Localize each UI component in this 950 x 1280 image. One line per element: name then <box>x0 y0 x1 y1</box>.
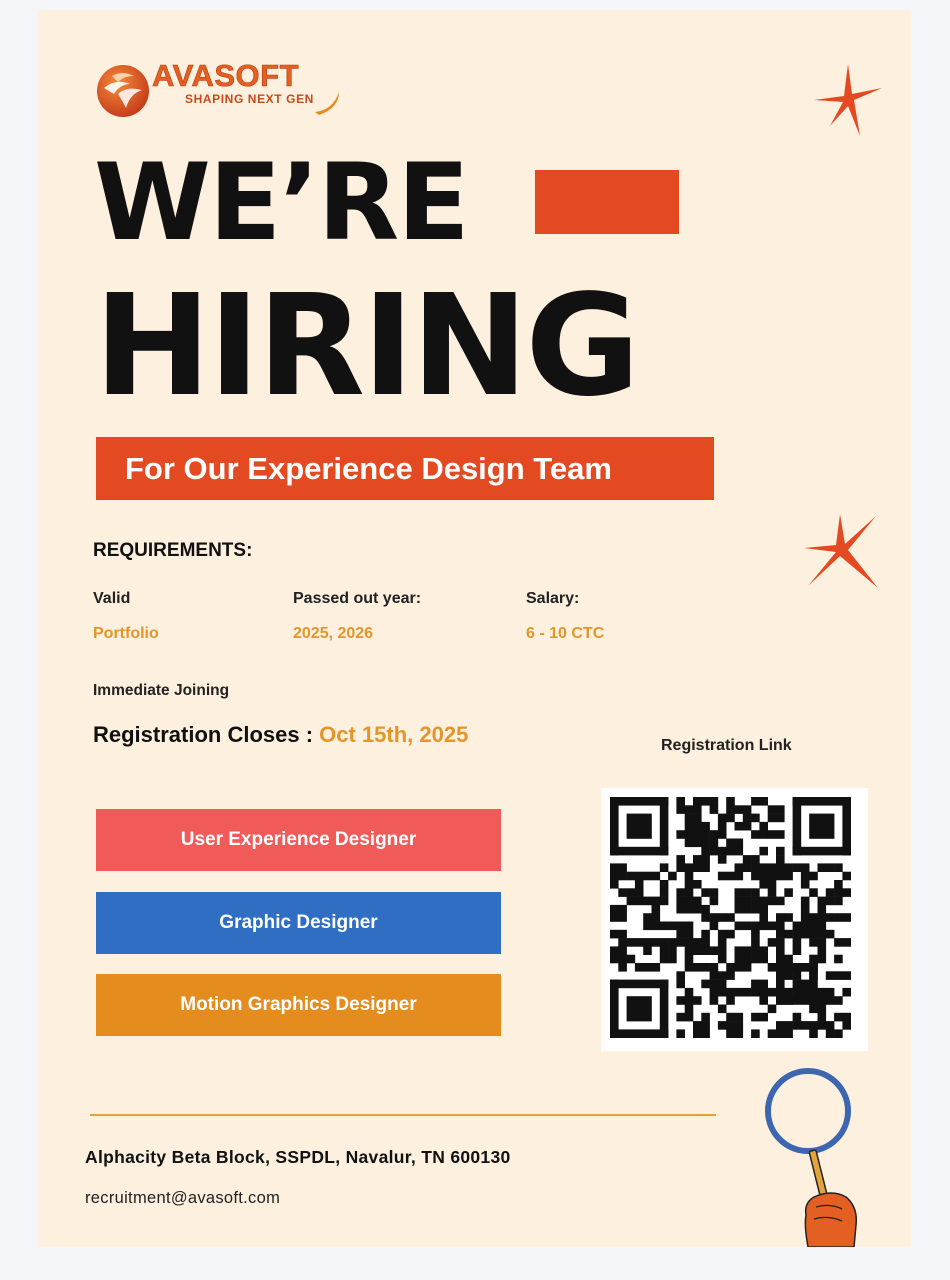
requirement-value: 6 - 10 CTC <box>526 625 605 642</box>
requirement-label: Valid <box>93 590 131 607</box>
hiring-poster: AVASOFT SHAPING NEXT GEN WE’RE HIRING Fo… <box>38 10 911 1247</box>
qr-code-icon <box>610 797 851 1038</box>
sparkle-icon <box>804 514 878 588</box>
role-graphic-designer: Graphic Designer <box>96 892 501 954</box>
headline-line-2: HIRING <box>94 265 640 428</box>
email-link[interactable]: recruitment@avasoft.com <box>85 1189 280 1208</box>
requirement-label: Salary: <box>526 590 580 607</box>
accent-bar <box>535 170 679 234</box>
immediate-joining: Immediate Joining <box>93 682 230 699</box>
registration-closes-date: Oct 15th, 2025 <box>319 722 469 747</box>
registration-link-label: Registration Link <box>661 737 792 754</box>
role-ux-designer: User Experience Designer <box>96 809 501 871</box>
avasoft-logo-icon <box>97 65 149 117</box>
footer-divider <box>90 1114 716 1116</box>
registration-closes-label: Registration Closes : <box>93 722 320 747</box>
requirement-label: Passed out year: <box>293 590 422 607</box>
team-banner: For Our Experience Design Team <box>96 437 714 500</box>
qr-code[interactable] <box>601 788 868 1051</box>
sparkle-icon <box>814 64 882 136</box>
brand-tagline: SHAPING NEXT GEN <box>185 92 314 106</box>
magnifier-icon <box>765 1068 858 1247</box>
registration-closes: Registration Closes : Oct 15th, 2025 <box>93 722 468 748</box>
role-motion-graphics-designer: Motion Graphics Designer <box>96 974 501 1036</box>
brand-name: AVASOFT <box>152 58 300 93</box>
headline-line-1: WE’RE <box>94 141 470 264</box>
logo-swoosh-icon <box>315 92 339 115</box>
requirement-value: Portfolio <box>93 625 159 642</box>
requirements-title: REQUIREMENTS: <box>93 540 253 561</box>
address-text: Alphacity Beta Block, SSPDL, Navalur, TN… <box>85 1147 511 1167</box>
requirement-value: 2025, 2026 <box>293 625 374 642</box>
